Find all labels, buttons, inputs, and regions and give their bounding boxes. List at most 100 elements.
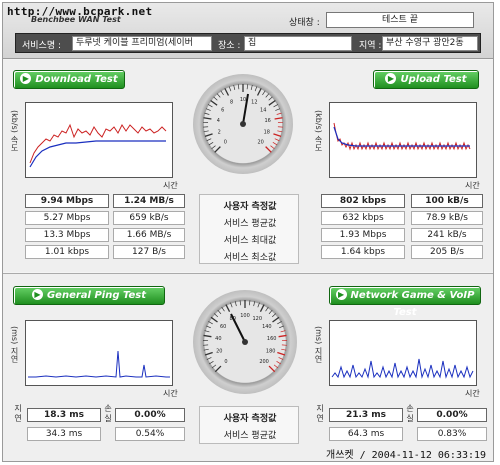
gauge-tick [273,133,282,137]
upload-row-1-bits: 632 kbps [321,211,405,225]
gauge-tick [216,93,221,98]
network-game-voip-test-label: Network Game & VoIP Test [350,290,475,318]
status-value: 테스트 끝 [326,12,474,28]
region-field[interactable]: 부산 수영구 광안2동 [382,36,478,51]
download-row-2-bits: 13.3 Mbps [25,228,109,242]
speed-gauge-face: 02 468 10 1214 16 1820 [203,84,283,153]
gauge-tick [204,330,210,333]
gauge-tick [270,145,275,150]
gauge-tick-label: 100 [240,313,250,319]
play-icon: ▶ [335,289,347,300]
gauge-tick [220,90,224,96]
ping-series [28,350,170,378]
gauge-tick [205,108,211,111]
play-icon: ▶ [31,289,43,300]
gauge-tick [265,93,270,98]
gauge-tick [246,84,249,90]
ping-user-loss: 0.00% [115,408,185,422]
ping-label-user-measured: 사용자 측정값 [223,414,277,424]
gauge-tick [204,133,213,137]
gauge-tick [279,325,284,329]
gauge-tick [214,365,222,373]
gauge-tick [209,361,214,365]
gauge-tick [224,88,230,96]
upload-row-1-bytes: 78.9 kB/s [411,211,483,225]
gauge-tick [277,351,286,356]
gauge-tick [254,86,258,92]
ping-avg-delay: 34.3 ms [27,427,101,441]
gauge-tick [275,108,281,111]
general-ping-test-button[interactable]: ▶ General Ping Test [13,286,165,305]
upload-row-2-bytes: 241 kB/s [411,228,483,242]
gauge-tick [268,365,276,373]
gauge-tick-label: 160 [267,336,277,342]
gauge-tick [271,313,277,318]
upload-row-3-bytes: 205 B/s [411,245,483,259]
upload-time-label: 시간 [465,181,480,190]
gauge-tick [206,357,212,360]
download-test-button[interactable]: ▶ Download Test [13,70,125,89]
game-user-delay: 21.3 ms [329,408,403,422]
footer-timestamp: 개쓰켓 / 2004-11-12 06:33:19 [326,450,487,461]
ping-gauge-face: 020406080100120140160180200 [203,300,287,373]
place-label: 장소 : [218,41,241,51]
gauge-tick [262,90,266,96]
download-row-0-bits: 9.94 Mbps [25,194,109,208]
gauge-tick [273,364,279,369]
gauge-tick-label: 14 [260,107,266,113]
game-loss-side-label: 손실 [406,404,414,423]
place-field[interactable]: 집 [244,36,352,51]
gauge-tick-label: 180 [266,348,276,354]
general-ping-test-label: General Ping Test [46,290,147,301]
network-game-voip-test-button[interactable]: ▶ Network Game & VoIP Test [329,286,481,318]
ping-yaxis-label: (ms) 지연 [10,326,19,363]
upload-row-3-bits: 1.64 kbps [321,245,405,259]
gauge-tick [256,88,262,96]
download-row-2-bytes: 1.66 MB/s [113,228,185,242]
gauge-tick [228,86,232,92]
upload-test-button[interactable]: ▶ Upload Test [373,70,479,89]
gauge-tick [274,117,283,120]
speed-panel: ▶ Download Test ▶ Upload Test (kb/s) 속도 시간… [3,60,493,272]
gauge-tick-label: 20 [257,140,263,146]
play-icon: ▶ [20,73,32,84]
gauge-tick [203,117,212,120]
gauge-tick-label: 18 [264,130,270,136]
upload-yaxis-label: (kb/s) 속도 [314,110,323,152]
game-delay-side-label: 지연 [316,404,324,423]
gauge-tick-label: 140 [262,324,272,330]
ping-graph [25,320,173,386]
gauge-tick [265,306,269,312]
gauge-tick [237,84,240,90]
gauge-tick-label: 0 [224,359,227,365]
gauge-tick [225,304,231,313]
gauge-tick-label: 40 [215,336,221,342]
gauge-tick [259,304,265,313]
play-icon: ▶ [385,73,397,84]
gauge-tick [280,330,286,333]
game-avg-delay: 64.3 ms [329,427,403,441]
info-bar: 서비스명 : 두루넷 케이블 프리미엄(세이버 장소 : 집 지역 : 부산 수… [15,33,481,53]
gauge-tick-label: 120 [252,316,262,322]
gauge-tick [272,316,280,323]
gauge-tick [272,141,278,146]
region-label: 지역 : [359,41,382,51]
gauge-tick [210,316,218,323]
gauge-tick [249,300,251,306]
gauge-tick-label: 4 [217,118,220,124]
gauge-tick [210,99,218,106]
service-field[interactable]: 두루넷 케이블 프리미엄(세이버 [72,36,212,51]
game-series [331,358,474,379]
gauge-tick [276,361,281,365]
service-label: 서비스명 : [22,41,62,51]
gauge-tick [203,348,209,351]
gauge-tick [278,357,284,360]
gauge-tick-label: 200 [259,359,269,365]
upload-row-2-bits: 1.93 Mbps [321,228,405,242]
download-blue-series [29,140,166,168]
speed-labels-box: 사용자 측정값 서비스 평균값 서비스 최대값 서비스 최소값 [199,194,299,264]
gauge-tick [214,146,221,153]
gauge-tick-label: 60 [220,324,226,330]
gauge-tick [206,325,211,329]
download-row-3-bits: 1.01 kbps [25,245,109,259]
